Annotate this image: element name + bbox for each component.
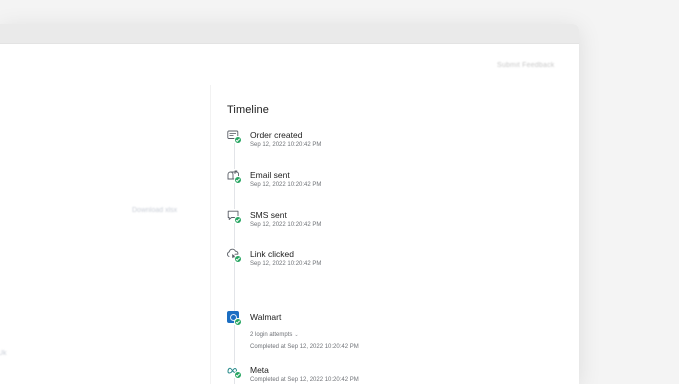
login-attempts-toggle[interactable]: 2 login attempts ⌄: [250, 332, 299, 338]
success-check-icon: [234, 255, 242, 263]
link-icon: [227, 248, 242, 263]
event-completed: Completed at Sep 12, 2022 10:20:42 PM: [250, 344, 359, 350]
event-timestamp: Sep 12, 2022 10:20:42 PM: [250, 261, 322, 267]
chevron-down-icon: ⌄: [294, 332, 299, 338]
login-attempts-label: 2 login attempts: [250, 332, 293, 338]
submit-feedback-link[interactable]: Submit Feedback: [497, 62, 554, 69]
mailbox-icon: [227, 169, 242, 184]
event-title: Link clicked: [250, 249, 294, 259]
timeline-title: Timeline: [227, 104, 269, 116]
receipt-icon: [227, 129, 242, 144]
event-title: Meta: [250, 365, 269, 375]
event-title: Order created: [250, 130, 303, 140]
success-check-icon: [234, 176, 242, 184]
success-check-icon: [234, 318, 242, 326]
success-check-icon: [234, 216, 242, 224]
app-window: Submit Feedback Download xlsx Uk Timelin…: [0, 24, 579, 384]
timeline-panel: Timeline Order created Sep 12, 2022 10:2…: [210, 85, 579, 384]
event-timestamp: Sep 12, 2022 10:20:42 PM: [250, 182, 322, 188]
event-title: SMS sent: [250, 210, 287, 220]
walmart-logo-icon: [227, 311, 242, 326]
event-timestamp: Sep 12, 2022 10:20:42 PM: [250, 142, 322, 148]
success-check-icon: [234, 136, 242, 144]
background-label: Uk: [0, 350, 7, 357]
chat-message-icon: [227, 209, 242, 224]
event-completed: Completed at Sep 12, 2022 10:20:42 PM: [250, 377, 359, 383]
event-timestamp: Sep 12, 2022 10:20:42 PM: [250, 222, 322, 228]
event-title: Walmart: [250, 312, 282, 322]
meta-logo-icon: [227, 364, 242, 379]
window-titlebar: [0, 24, 579, 44]
success-check-icon: [234, 371, 242, 379]
download-xlsx-link[interactable]: Download xlsx: [132, 207, 177, 214]
event-title: Email sent: [250, 170, 290, 180]
